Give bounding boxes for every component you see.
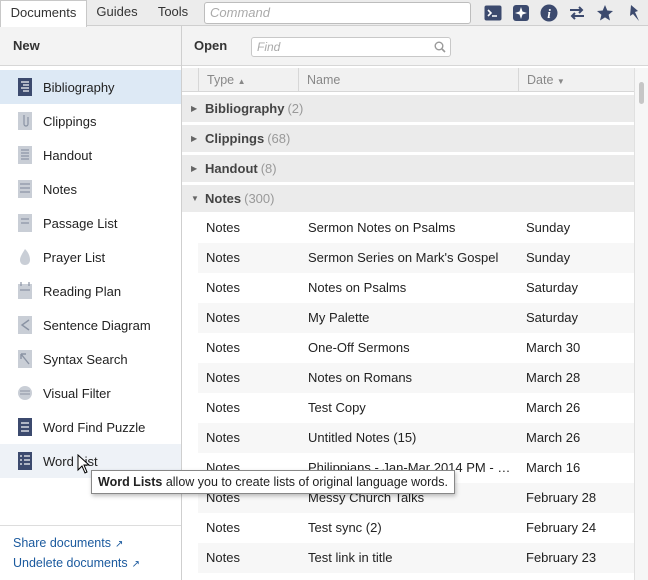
collapsed-arrow-icon: ▶ [191, 164, 198, 173]
table-row[interactable]: Notes Sermon Notes on Psalms Sunday [198, 213, 634, 243]
doc-type-label: Passage List [43, 215, 118, 231]
word-find-icon [16, 417, 34, 437]
table-row[interactable]: Notes Notes on Psalms Saturday [198, 273, 634, 303]
find-input[interactable]: Find [251, 37, 451, 57]
doc-type-label: Syntax Search [43, 351, 128, 367]
mouse-cursor-icon [77, 453, 91, 477]
group-bibliography[interactable]: ▶ Bibliography (2) [182, 95, 634, 122]
column-header: Type ▲ Name Date ▼ [182, 68, 634, 92]
sort-desc-icon: ▼ [556, 77, 565, 86]
doc-type-bibliography[interactable]: Bibliography [0, 70, 181, 104]
share-documents-link[interactable]: Share documents ↗ [0, 534, 181, 554]
table-row[interactable]: Notes One-Off Sermons March 30 [198, 333, 634, 363]
prayer-list-icon [16, 247, 34, 267]
doc-type-passage-list[interactable]: Passage List [0, 206, 181, 240]
terminal-icon[interactable] [483, 3, 503, 23]
undelete-documents-link[interactable]: Undelete documents ↗ [0, 554, 181, 574]
doc-type-label: Visual Filter [43, 385, 111, 401]
doc-type-handout[interactable]: Handout [0, 138, 181, 172]
svg-text:i: i [547, 6, 551, 21]
document-type-list: Bibliography Clippings Handout Notes Pas… [0, 70, 181, 478]
notes-icon [16, 179, 34, 199]
doc-type-label: Prayer List [43, 249, 106, 265]
group-handout[interactable]: ▶ Handout (8) [182, 155, 634, 182]
external-link-icon: ↗ [114, 539, 124, 550]
doc-type-label: Word Find Puzzle [43, 419, 146, 435]
open-header: Open Find [182, 26, 648, 66]
doc-type-sentence-diagram[interactable]: Sentence Diagram [0, 308, 181, 342]
clippings-icon [16, 111, 34, 131]
table-row[interactable]: Notes Test link in title February 23 [198, 543, 634, 573]
scrollbar-thumb[interactable] [639, 82, 644, 104]
table-row[interactable]: Notes Notes on Romans March 28 [198, 363, 634, 393]
table-row[interactable]: Notes Sermon Series on Mark's Gospel Sunda… [198, 243, 634, 273]
table-row[interactable]: Notes My Palette Saturday [198, 303, 634, 333]
info-icon[interactable]: i [539, 3, 559, 23]
new-documents-panel: New Bibliography Clippings Handout Notes… [0, 26, 182, 580]
expanded-arrow-icon: ▼ [191, 194, 199, 203]
visual-filter-icon [16, 383, 34, 403]
doc-type-clippings[interactable]: Clippings [0, 104, 181, 138]
top-toolbar: Documents Guides Tools Command i [0, 0, 648, 27]
doc-type-label: Reading Plan [43, 283, 122, 299]
open-label: Open [194, 38, 228, 53]
sentence-diagram-icon [16, 315, 34, 335]
open-documents-panel: Open Find Type ▲ Name Date ▼ ▶ Bibliogra… [182, 26, 648, 580]
doc-type-label: Clippings [43, 113, 97, 129]
doc-type-reading-plan[interactable]: Reading Plan [0, 274, 181, 308]
syntax-search-icon [16, 349, 34, 369]
tab-documents[interactable]: Documents [0, 0, 87, 27]
table-row[interactable]: Notes Test sync (2) February 24 [198, 513, 634, 543]
sort-asc-icon: ▲ [237, 77, 246, 86]
doc-type-prayer-list[interactable]: Prayer List [0, 240, 181, 274]
group-notes[interactable]: ▼ Notes (300) [182, 185, 634, 212]
scrollbar[interactable] [634, 68, 648, 580]
command-input[interactable]: Command [204, 2, 471, 24]
column-type[interactable]: Type ▲ [198, 68, 298, 92]
tab-guides[interactable]: Guides [87, 0, 147, 26]
panel-links: Share documents ↗ Undelete documents ↗ [0, 525, 181, 574]
search-icon [434, 40, 446, 58]
star-icon[interactable] [595, 3, 615, 23]
doc-type-visual-filter[interactable]: Visual Filter [0, 376, 181, 410]
tab-tools[interactable]: Tools [147, 0, 199, 26]
doc-type-syntax-search[interactable]: Syntax Search [0, 342, 181, 376]
doc-type-label: Bibliography [43, 79, 115, 95]
doc-type-notes[interactable]: Notes [0, 172, 181, 206]
column-name[interactable]: Name [298, 68, 518, 92]
reading-plan-icon [16, 281, 34, 301]
table-row[interactable]: Notes Test Copy March 26 [198, 393, 634, 423]
new-header: New [0, 26, 181, 66]
doc-type-label: Sentence Diagram [43, 317, 151, 333]
collapsed-arrow-icon: ▶ [191, 134, 198, 143]
pin-icon[interactable] [624, 3, 644, 23]
column-date[interactable]: Date ▼ [518, 68, 634, 92]
word-list-tooltip: Word Lists allow you to create lists of … [91, 470, 455, 494]
doc-type-label: Handout [43, 147, 93, 163]
table-row[interactable]: Notes Untitled Notes (15) March 26 [198, 423, 634, 453]
sync-icon[interactable] [567, 3, 587, 23]
group-clippings[interactable]: ▶ Clippings (68) [182, 125, 634, 152]
bibliography-icon [16, 77, 34, 97]
word-list-icon [16, 451, 34, 471]
doc-type-label: Notes [43, 181, 77, 197]
passage-list-icon [16, 213, 34, 233]
doc-type-word-find-puzzle[interactable]: Word Find Puzzle [0, 410, 181, 444]
handout-icon [16, 145, 34, 165]
external-link-icon: ↗ [131, 559, 141, 570]
logos-icon[interactable] [511, 3, 531, 23]
collapsed-arrow-icon: ▶ [191, 104, 198, 113]
